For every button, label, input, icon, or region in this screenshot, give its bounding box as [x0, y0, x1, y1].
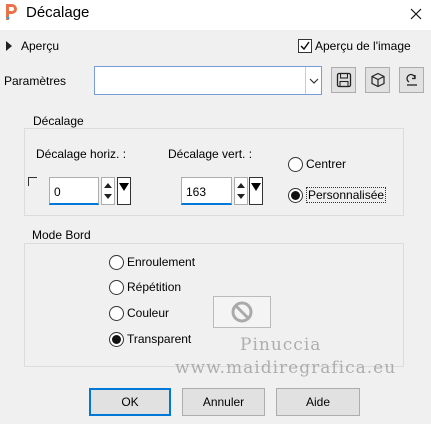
- radio-repetition[interactable]: Répétition: [109, 277, 181, 297]
- ok-button[interactable]: OK: [89, 388, 171, 416]
- radio-button[interactable]: [288, 156, 303, 172]
- radio-label: Centrer: [306, 157, 347, 171]
- radio-label: Personnalisée: [306, 187, 387, 203]
- radio-couleur[interactable]: Couleur: [109, 303, 169, 323]
- vertical-offset-label: Décalage vert. :: [168, 147, 253, 161]
- presets-label: Paramètres: [4, 74, 67, 88]
- radio-label: Enroulement: [127, 255, 196, 269]
- radio-label: Transparent: [127, 332, 192, 346]
- horizontal-offset-label: Décalage horiz. :: [36, 147, 127, 161]
- expand-arrow-icon: [6, 41, 12, 51]
- offset-group-title: Décalage: [33, 114, 84, 128]
- radio-button[interactable]: [109, 254, 124, 270]
- cube-icon: [370, 72, 385, 88]
- checkmark-icon: [298, 39, 312, 53]
- preview-checkbox-label: Aperçu de l'image: [315, 39, 411, 53]
- vertical-offset-stepper[interactable]: [234, 177, 248, 205]
- help-button[interactable]: Aide: [276, 388, 360, 416]
- close-button[interactable]: [404, 2, 428, 26]
- radio-centrer[interactable]: Centrer: [288, 154, 346, 174]
- reset-arrow-icon: [405, 73, 417, 86]
- horizontal-offset-stepper[interactable]: [101, 177, 115, 205]
- vertical-offset-slider-dropdown[interactable]: [249, 177, 263, 205]
- dropdown-arrow-icon: [251, 183, 261, 191]
- color-swatch[interactable]: [213, 296, 271, 328]
- watermark-line-2: www.maidiregrafica.eu: [175, 358, 397, 378]
- reset-preset-button[interactable]: [399, 67, 424, 93]
- arrow-down-icon[interactable]: [237, 194, 245, 199]
- watermark-line-1: Pinuccia: [240, 335, 322, 355]
- window-title: Décalage: [26, 4, 90, 21]
- no-color-icon: [231, 301, 253, 323]
- link-bracket: [28, 177, 37, 186]
- dropdown-arrow-icon: [119, 183, 129, 191]
- app-icon: [4, 3, 18, 21]
- radio-transparent[interactable]: Transparent: [109, 329, 191, 349]
- radio-label: Couleur: [127, 306, 170, 320]
- chevron-down-icon[interactable]: [305, 67, 321, 94]
- radio-button[interactable]: [288, 187, 303, 203]
- horizontal-offset-slider-dropdown[interactable]: [117, 177, 131, 205]
- presets-dropdown[interactable]: [94, 66, 322, 95]
- vertical-offset-input[interactable]: 163: [181, 177, 232, 205]
- floppy-disk-icon: [336, 72, 351, 88]
- arrow-up-icon[interactable]: [104, 183, 112, 188]
- close-icon: [410, 8, 422, 20]
- radio-enroulement[interactable]: Enroulement: [109, 252, 195, 272]
- radio-button[interactable]: [109, 331, 124, 347]
- arrow-down-icon[interactable]: [104, 194, 112, 199]
- preview-checkbox[interactable]: Aperçu de l'image: [298, 37, 411, 55]
- save-preset-button[interactable]: [331, 67, 356, 93]
- radio-personnalisee[interactable]: Personnalisée: [288, 185, 387, 205]
- edge-mode-group-title: Mode Bord: [32, 228, 91, 242]
- radio-label: Répétition: [127, 280, 182, 294]
- radio-button[interactable]: [109, 279, 124, 295]
- horizontal-offset-input[interactable]: 0: [49, 177, 99, 205]
- radio-button[interactable]: [109, 305, 124, 321]
- arrow-up-icon[interactable]: [237, 183, 245, 188]
- load-preset-button[interactable]: [365, 67, 390, 93]
- preview-expand-toggle[interactable]: Aperçu: [6, 37, 86, 55]
- cancel-button[interactable]: Annuler: [182, 388, 265, 416]
- preview-toggle-label: Aperçu: [21, 39, 60, 53]
